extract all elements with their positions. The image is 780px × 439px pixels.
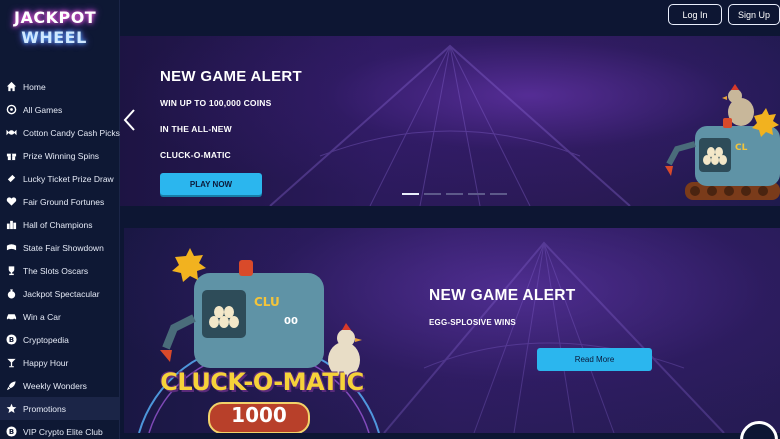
slider-pagination: [402, 193, 507, 195]
chevron-left-icon: [123, 109, 135, 131]
sidebar-item-label: Weekly Wonders: [23, 380, 87, 391]
sidebar-item-label: State Fair Showdown: [23, 242, 104, 253]
cluck-o-matic-machine-art: CL: [665, 84, 780, 200]
sidebar-item-jackpot-spectacular[interactable]: Jackpot Spectacular: [0, 282, 120, 305]
car-icon: [5, 311, 17, 323]
sidebar-item-label: All Games: [23, 104, 63, 115]
sidebar-item-label: Cotton Candy Cash Picks: [23, 127, 120, 138]
signup-button[interactable]: Sign Up: [728, 4, 780, 25]
slider-prev-arrow[interactable]: [122, 108, 138, 132]
rocket-icon: [5, 380, 17, 392]
sidebar-item-weekly-wonders[interactable]: Weekly Wonders: [0, 374, 120, 397]
hero-line-2: IN THE ALL-NEW: [160, 124, 232, 134]
star-icon: [5, 403, 17, 415]
games-icon: [5, 104, 17, 116]
sidebar-item-label: Prize Winning Spins: [23, 150, 100, 161]
heart-icon: [5, 196, 17, 208]
hero-line-1: WIN UP TO 100,000 COINS: [160, 98, 272, 108]
sidebar-item-home[interactable]: Home: [0, 75, 120, 98]
sidebar-item-state-fair[interactable]: State Fair Showdown: [0, 236, 120, 259]
sidebar-item-label: Cryptopedia: [23, 334, 69, 345]
svg-text:B: B: [8, 428, 13, 436]
sidebar-item-label: Home: [23, 81, 46, 92]
brand-line-2: WHEEL: [21, 28, 87, 47]
sidebar-item-happy-hour[interactable]: Happy Hour: [0, 351, 120, 374]
sidebar-item-cotton-candy[interactable]: Cotton Candy Cash Picks: [0, 121, 120, 144]
sidebar-item-lucky-ticket[interactable]: Lucky Ticket Prize Draw: [0, 167, 120, 190]
promo-title: NEW GAME ALERT: [429, 287, 576, 304]
hero-line-3: CLUCK-O-MATIC: [160, 150, 231, 160]
candy-icon: [5, 127, 17, 139]
sidebar-item-label: Promotions: [23, 403, 66, 414]
sidebar-item-label: Hall of Champions: [23, 219, 93, 230]
home-icon: [5, 81, 17, 93]
brand-line-1: JACKPOT: [14, 8, 97, 27]
sidebar-nav: Home All Games Cotton Candy Cash Picks P…: [0, 75, 120, 439]
sidebar: JACKPOT WHEEL Home All Games Cotton Cand…: [0, 0, 120, 439]
sidebar-item-slots-oscars[interactable]: The Slots Oscars: [0, 259, 120, 282]
sidebar-item-hall-of-champions[interactable]: Hall of Champions: [0, 213, 120, 236]
bitcoin-icon: B: [5, 334, 17, 346]
promo-card[interactable]: CLU 00 CLUCK-O-MATIC 1000 NEW GAME ALERT…: [124, 228, 780, 433]
sidebar-item-prize-spins[interactable]: Prize Winning Spins: [0, 144, 120, 167]
sidebar-item-fair-ground[interactable]: Fair Ground Fortunes: [0, 190, 120, 213]
sidebar-item-label: The Slots Oscars: [23, 265, 89, 276]
svg-text:00: 00: [284, 316, 298, 327]
gift-icon: [5, 150, 17, 162]
brand-logo[interactable]: JACKPOT WHEEL: [14, 8, 97, 52]
cocktail-icon: [5, 357, 17, 369]
sidebar-item-label: Lucky Ticket Prize Draw: [23, 173, 114, 184]
flag-icon: [5, 242, 17, 254]
hero-slider: NEW GAME ALERT WIN UP TO 100,000 COINS I…: [120, 36, 780, 206]
promo-subtitle: EGG-SPLOSIVE WINS: [429, 318, 516, 327]
slider-dot-2[interactable]: [424, 193, 441, 195]
read-more-button[interactable]: Read More: [537, 348, 652, 371]
moneybag-icon: [5, 288, 17, 300]
sidebar-item-all-games[interactable]: All Games: [0, 98, 120, 121]
sidebar-item-label: Win a Car: [23, 311, 61, 322]
svg-text:CL: CL: [735, 143, 748, 153]
game-logo-title: CLUCK-O-MATIC: [160, 368, 364, 396]
sidebar-item-label: Jackpot Spectacular: [23, 288, 100, 299]
sidebar-item-label: VIP Crypto Elite Club: [23, 426, 103, 437]
sidebar-item-vip-crypto[interactable]: B VIP Crypto Elite Club: [0, 420, 120, 439]
slider-dot-1[interactable]: [402, 193, 419, 195]
sidebar-item-label: Fair Ground Fortunes: [23, 196, 105, 207]
hero-title: NEW GAME ALERT: [160, 68, 302, 85]
login-button[interactable]: Log In: [668, 4, 722, 25]
play-now-button[interactable]: PLAY NOW: [160, 173, 262, 195]
slider-dot-3[interactable]: [446, 193, 463, 195]
slider-dot-4[interactable]: [468, 193, 485, 195]
building-icon: [5, 219, 17, 231]
game-logo-number: 1000: [231, 403, 287, 427]
bitcoin-icon: B: [5, 426, 17, 438]
sidebar-item-win-a-car[interactable]: Win a Car: [0, 305, 120, 328]
sidebar-item-cryptopedia[interactable]: B Cryptopedia: [0, 328, 120, 351]
ticket-icon: [5, 173, 17, 185]
sidebar-item-promotions[interactable]: Promotions: [0, 397, 120, 420]
slider-dot-5[interactable]: [490, 193, 507, 195]
top-bar: Log In Sign Up: [120, 0, 780, 36]
svg-text:CLU: CLU: [254, 295, 280, 309]
trophy-icon: [5, 265, 17, 277]
sidebar-item-label: Happy Hour: [23, 357, 69, 368]
svg-text:B: B: [8, 336, 13, 344]
